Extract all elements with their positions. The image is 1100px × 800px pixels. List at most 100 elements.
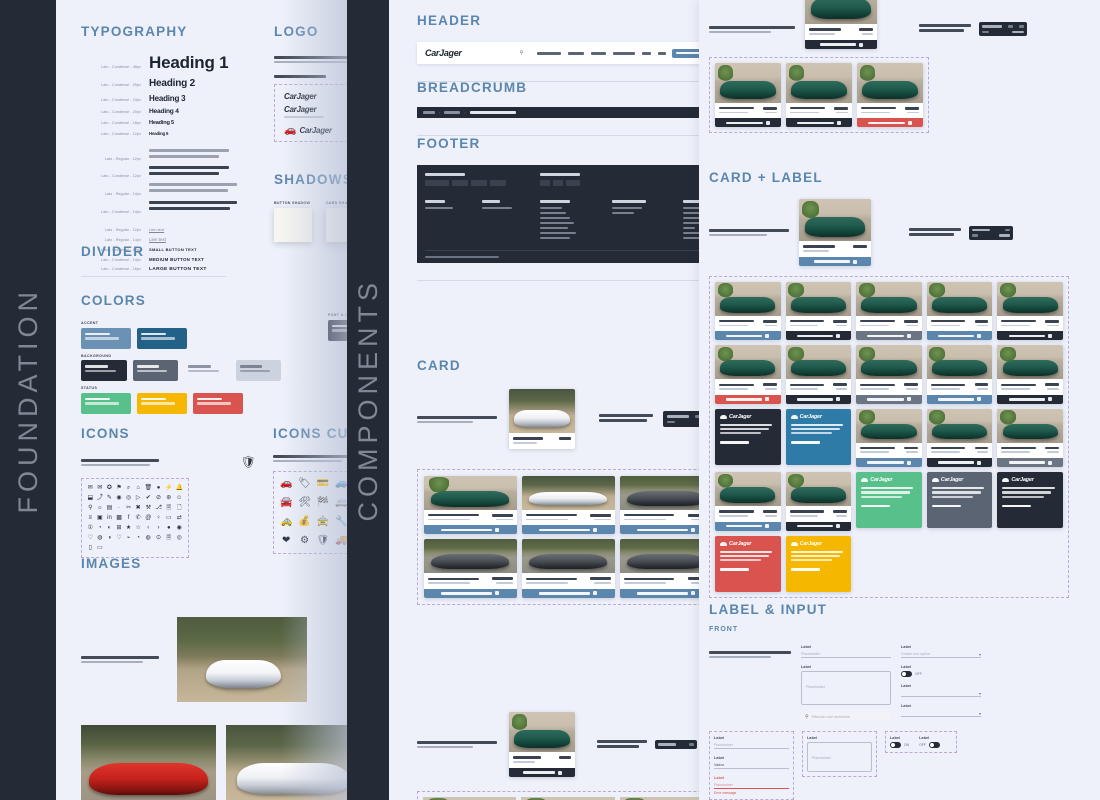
card-cta[interactable] — [785, 331, 852, 341]
icon-cell[interactable]: ✉ — [87, 484, 94, 492]
icon-cell[interactable]: ◑ — [106, 534, 113, 542]
card[interactable] — [785, 472, 852, 531]
promo-card[interactable]: CarJager — [785, 535, 852, 592]
card-top-hero[interactable] — [805, 0, 877, 49]
icon-cell[interactable]: · — [116, 504, 123, 512]
icon-cell[interactable]: ☆ — [135, 524, 142, 532]
card-lower-popover[interactable] — [655, 740, 697, 749]
promo-cta[interactable] — [720, 568, 749, 571]
card[interactable] — [715, 472, 781, 531]
card[interactable] — [856, 345, 922, 404]
type-sample[interactable]: Lien text — [149, 227, 164, 232]
card[interactable] — [997, 345, 1063, 404]
card-cta[interactable] — [856, 394, 922, 404]
card[interactable] — [785, 282, 852, 341]
deposer-annonce-button[interactable] — [672, 48, 699, 58]
icon-cell[interactable]: ◉ — [116, 494, 123, 502]
card-cta[interactable] — [424, 525, 517, 535]
promo-card[interactable]: CarJager — [715, 535, 781, 592]
icon-cell[interactable]: ✉ — [97, 484, 104, 492]
card-cta[interactable] — [619, 525, 699, 535]
card[interactable] — [856, 408, 922, 468]
header-logo[interactable]: CarJager — [425, 48, 462, 58]
icon-cell[interactable]: ▤ — [106, 504, 113, 512]
icon-cell[interactable]: ⊘ — [155, 494, 162, 502]
icon-cell[interactable]: ☺ — [176, 494, 183, 502]
card-cta[interactable] — [521, 525, 615, 535]
card-cta[interactable] — [856, 331, 922, 341]
card[interactable] — [786, 63, 852, 128]
card-cta[interactable] — [619, 588, 699, 598]
card[interactable] — [619, 539, 699, 598]
brand-chip[interactable] — [471, 180, 487, 186]
icon-cell[interactable]: ⌕ — [125, 484, 132, 492]
card-cta[interactable] — [424, 588, 517, 598]
model-chip[interactable] — [566, 180, 580, 186]
card-sample[interactable] — [509, 389, 575, 449]
text-input[interactable]: Placeholder — [801, 651, 891, 658]
card[interactable] — [521, 539, 615, 598]
icon-cell[interactable]: ✆ — [135, 514, 142, 522]
card-label-popover[interactable] — [969, 225, 1013, 240]
icon-cell[interactable]: ◍ — [97, 534, 104, 542]
nav-item-pro[interactable] — [658, 51, 667, 55]
promo-card[interactable]: CarJager — [997, 472, 1063, 529]
card-cta[interactable] — [805, 40, 877, 49]
card-cta[interactable] — [521, 588, 615, 598]
select-input-3[interactable]: ▾ — [901, 710, 981, 717]
icon-cell[interactable]: ▯ — [87, 544, 94, 552]
promo-card[interactable]: CarJager — [856, 472, 922, 529]
text-input[interactable]: Placeholder — [714, 742, 789, 749]
breadcrumb-item-annonces[interactable] — [444, 111, 461, 114]
select-input-2[interactable]: ▾ — [901, 690, 981, 697]
card[interactable] — [715, 63, 781, 128]
color-swatch-light[interactable] — [184, 360, 230, 381]
icon-cell[interactable]: ≡ — [87, 514, 94, 522]
card-label-hero[interactable] — [799, 199, 871, 266]
nav-item-rechercher[interactable] — [537, 51, 562, 55]
icon-cell[interactable]: 🗋 — [176, 504, 183, 512]
icon-cell[interactable]: ♡ — [116, 534, 123, 542]
promo-cta[interactable] — [790, 568, 820, 571]
icon-cell[interactable]: ● — [155, 484, 162, 492]
icon-cell-custom[interactable]: ⚙ — [297, 534, 311, 548]
icon-cell[interactable]: ▭ — [97, 544, 104, 552]
brand-chip[interactable] — [425, 180, 449, 186]
icon-grid-custom[interactable]: 🚗🏷💳🚙🛞🚘🛠🏁🚐🧰🚕💰🚖🔧🚓❤⚙🛡🚚🔑 — [279, 477, 351, 548]
card[interactable] — [926, 282, 993, 341]
card[interactable] — [997, 282, 1063, 341]
search-icon[interactable]: ⚲ — [520, 50, 524, 56]
icon-cell-custom[interactable]: 🚖 — [316, 515, 330, 529]
card-cta[interactable] — [786, 118, 852, 128]
card[interactable] — [424, 476, 517, 535]
card-cta[interactable] — [857, 118, 923, 128]
icon-cell[interactable]: @ — [144, 514, 152, 522]
color-swatch-medium[interactable] — [132, 360, 178, 381]
card[interactable] — [619, 476, 699, 535]
icon-cell[interactable]: ⎇ — [155, 504, 162, 512]
icon-cell[interactable]: ✔ — [144, 494, 152, 502]
icon-cell[interactable]: ◉ — [176, 524, 183, 532]
icon-cell-custom[interactable]: 🏁 — [316, 496, 330, 510]
promo-card[interactable]: CarJager — [926, 472, 993, 529]
icon-cell[interactable]: ✖ — [135, 504, 142, 512]
nav-item-magazine[interactable] — [613, 51, 636, 55]
icon-cell[interactable]: 🗑 — [144, 484, 152, 492]
card-cta[interactable] — [997, 394, 1063, 404]
icon-cell[interactable]: ⇄ — [176, 514, 183, 522]
icon-cell[interactable]: ✎ — [106, 494, 113, 502]
footer-legal[interactable] — [425, 256, 499, 258]
icon-cell[interactable]: ▩ — [116, 514, 123, 522]
icon-cell[interactable]: ♡ — [87, 534, 94, 542]
card-lower-sample[interactable] — [509, 712, 575, 777]
icon-cell-custom[interactable]: 🚕 — [279, 515, 293, 529]
color-swatch-success[interactable] — [81, 392, 131, 414]
card[interactable] — [715, 282, 781, 341]
icon-cell[interactable]: 🗎 — [165, 534, 172, 542]
card-cta[interactable] — [856, 458, 922, 468]
icon-cell[interactable]: ◔ — [135, 534, 142, 542]
text-input-error[interactable]: Placeholder — [714, 782, 789, 789]
model-chip[interactable] — [553, 180, 563, 186]
color-swatch-dark[interactable] — [81, 360, 127, 381]
card-cta[interactable] — [926, 331, 993, 341]
